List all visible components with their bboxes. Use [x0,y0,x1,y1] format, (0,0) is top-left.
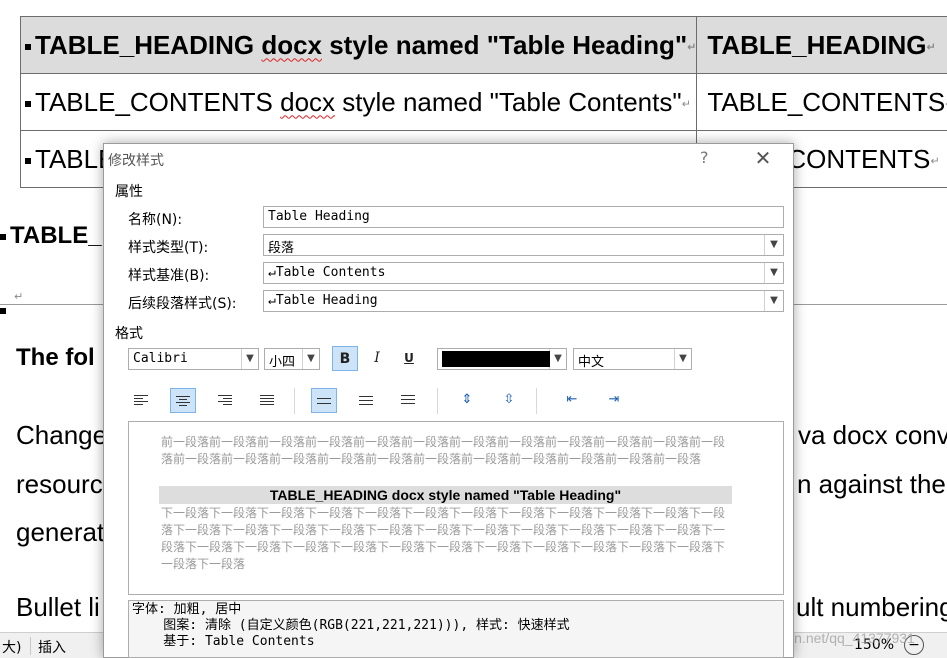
select-value: ↵Table Contents [268,265,386,280]
cell-text: TABLE_CONTENTS [707,86,946,117]
chevron-down-icon[interactable]: ▼ [764,291,783,311]
decrease-indent-icon[interactable]: ⇤ [559,388,585,413]
chevron-down-icon[interactable]: ▼ [764,235,783,255]
doc-paragraph-fragment[interactable]: resourc [16,469,103,500]
cell-text: TABLE_CONTENTS docx style named "Table C… [35,86,682,117]
table-cell[interactable]: TABLE_CONTENTS docx style named "Table C… [19,73,698,131]
paragraph-mark-icon: ↵ [14,291,24,303]
justify-icon[interactable] [254,388,280,413]
increase-paragraph-spacing-icon[interactable]: ⇕ [454,388,480,413]
font-color-swatch [442,351,550,367]
cell-text: TABLE_HEADING [707,29,927,60]
paragraph-mark-icon: ↵ [926,41,936,54]
select-value: Calibri [133,351,188,366]
modify-style-dialog: 修改样式 ? ✕ 属性 名称(N): Table Heading 样式类型(T)… [103,143,794,658]
bullet-marker [25,43,31,50]
decrease-paragraph-spacing-icon[interactable]: ⇳ [496,388,522,413]
select-value: 中文 [578,355,605,370]
increase-indent-icon[interactable]: ⇥ [601,388,627,413]
doc-paragraph-fragment[interactable]: va docx conv [798,420,947,451]
preview-before-text: 前一段落前一段落前一段落前一段落前一段落前一段落前一段落前一段落前一段落前一段落… [161,435,726,466]
select-value: 小四 [269,355,296,370]
spellcheck-underline: docx [261,29,322,60]
double-spacing-icon[interactable] [395,388,421,413]
style-preview: 前一段落前一段落前一段落前一段落前一段落前一段落前一段落前一段落前一段落前一段落… [128,421,784,595]
bullet-marker [0,308,6,314]
section-properties: 属性 [115,184,143,200]
cell-text: CONTENTS [787,143,931,174]
table-cell[interactable]: TABLE_CONTENTS↵ [696,73,947,131]
divider [536,388,537,414]
align-right-icon[interactable] [212,388,238,413]
doc-paragraph-fragment[interactable]: ult numbering [796,592,947,623]
bullet-marker [0,233,6,240]
font-size-select[interactable]: 小四 ▼ [264,348,320,370]
doc-paragraph-fragment[interactable]: Change [16,420,107,451]
table-cell[interactable]: TABLE_HEADING docx style named "Table He… [19,16,698,74]
doc-paragraph-fragment[interactable]: Bullet li [16,592,100,623]
font-select[interactable]: Calibri ▼ [128,348,259,370]
table-row: TABLE_CONTENTS docx style named "Table C… [19,73,947,131]
based-on-select[interactable]: ↵Table Contents ▼ [263,262,784,284]
table-row: TABLE_HEADING docx style named "Table He… [19,16,947,74]
select-value: ↵Table Heading [268,293,378,308]
chevron-down-icon[interactable]: ▼ [764,263,783,283]
bold-button[interactable]: B [332,346,358,371]
paragraph-mark-icon: ↵ [681,98,691,111]
table-cell[interactable]: TABLE_HEADING↵ [696,16,947,74]
name-label: 名称(N): [128,212,183,228]
chevron-down-icon[interactable]: ▼ [302,349,319,369]
bullet-marker [25,157,31,164]
select-value: 段落 [268,241,295,256]
status-text: 大) [2,640,22,656]
dialog-title: 修改样式 [108,153,164,169]
chevron-down-icon[interactable]: ▼ [549,349,566,369]
based-on-label: 样式基准(B): [128,268,210,284]
paragraph-mark-icon: ↵ [687,41,697,54]
chevron-down-icon[interactable]: ▼ [674,349,691,369]
divider [437,388,438,414]
single-spacing-icon[interactable] [311,388,337,413]
section-format: 格式 [115,326,143,342]
italic-button[interactable]: I [364,346,390,371]
preview-sample-text: TABLE_HEADING docx style named "Table He… [159,486,732,504]
preview-after-text: 下一段落下一段落下一段落下一段落下一段落下一段落下一段落下一段落下一段落下一段落… [161,506,726,571]
language-select[interactable]: 中文 ▼ [573,348,692,370]
divider [30,637,31,655]
next-style-label: 后续段落样式(S): [128,296,237,312]
doc-heading-fragment[interactable]: TABLE_ [0,222,102,250]
chevron-down-icon[interactable]: ▼ [241,349,258,369]
align-center-icon[interactable] [170,388,196,413]
insert-mode-button[interactable]: 插入 [38,637,66,657]
next-style-select[interactable]: ↵Table Heading ▼ [263,290,784,312]
cell-text: TABLE_HEADING docx style named "Table He… [35,29,688,60]
name-input[interactable]: Table Heading [263,206,784,228]
style-type-label: 样式类型(T): [128,240,209,256]
doc-paragraph-fragment[interactable]: n against the [797,469,946,500]
bullet-marker [25,100,31,107]
paragraph-mark-icon: ↵ [930,155,940,168]
close-icon[interactable]: ✕ [752,146,774,170]
help-icon[interactable]: ? [700,148,709,167]
one-half-spacing-icon[interactable] [353,388,379,413]
underline-button[interactable]: U [396,346,422,371]
doc-paragraph-fragment[interactable]: generat [16,517,104,548]
align-left-icon[interactable] [128,388,154,413]
style-description: 字体: 加粗, 居中 图案: 清除 (自定义颜色(RGB(221,221,221… [128,600,784,658]
doc-heading-fragment[interactable]: The fol [16,344,95,372]
style-type-select[interactable]: 段落 ▼ [263,234,784,256]
doc-text: TABLE_ [10,222,102,249]
divider [294,388,295,414]
spellcheck-underline: docx [280,86,336,117]
